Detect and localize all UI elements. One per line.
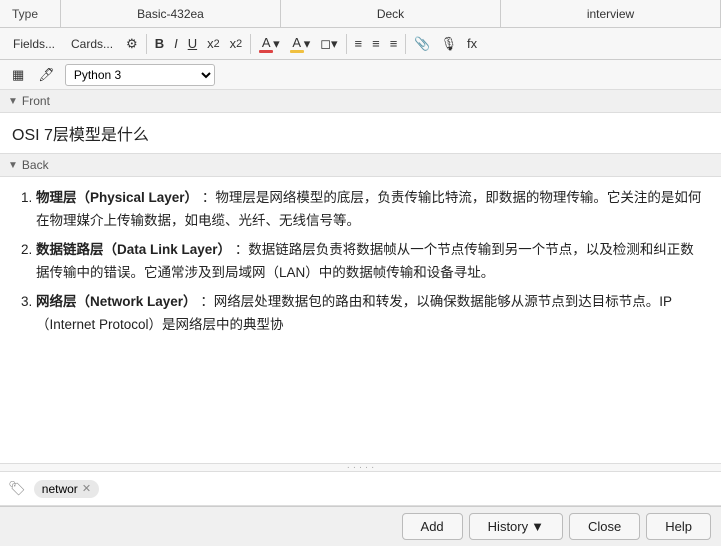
script-bar: ▦ 🖊 Python 3 JavaScript Ruby Java [0,60,721,90]
separator-4 [405,34,406,54]
tag-input[interactable] [103,481,163,496]
indent-button[interactable]: ≡ [386,34,402,53]
text-color-letter: A [262,35,271,50]
type-label: Type [0,7,60,21]
script-grid-icon: ▦ [8,65,28,85]
list-item: 物理层（Physical Layer） ：物理层是网络模型的底层，负责传输比特流… [36,187,707,233]
front-content-area[interactable]: OSI 7层模型是什么 [0,113,721,154]
back-content-area[interactable]: 物理层（Physical Layer） ：物理层是网络模型的底层，负责传输比特流… [0,177,721,464]
list-item: 网络层（Network Layer） ：网络层处理数据包的路由和转发，以确保数据… [36,291,707,337]
script-pencil-icon: 🖊 [34,65,59,85]
fx-button[interactable]: fx [463,34,481,53]
separator-3 [346,34,347,54]
toolbar: Fields... Cards... ⚙ B I U x2 x2 A ▾ A ▾… [0,28,721,60]
highlight-swatch [290,50,304,53]
add-button[interactable]: Add [402,513,463,540]
back-section-header[interactable]: ▼ Back [0,154,721,177]
tag-chip-remove[interactable]: ✕ [82,482,91,495]
main-window: Type Basic-432ea Deck interview Fields..… [0,0,721,546]
text-color-button[interactable]: A ▾ [255,33,284,55]
fields-button[interactable]: Fields... [6,34,62,54]
tag-chip-label: networ [42,482,78,496]
cards-button[interactable]: Cards... [64,34,120,54]
item-2-title: 数据链路层（Data Link Layer） [36,242,231,257]
script-language-select[interactable]: Python 3 JavaScript Ruby Java [65,64,215,86]
separator-2 [250,34,251,54]
type-tab-deck[interactable]: Deck [280,0,500,27]
subscript-button[interactable]: x2 [226,34,247,53]
close-button[interactable]: Close [569,513,640,540]
item-3-title: 网络层（Network Layer） [36,294,197,309]
mic-icon[interactable]: 🎙 [437,34,462,54]
separator-1 [146,34,147,54]
text-color-swatch [259,50,273,53]
superscript-button[interactable]: x2 [203,34,224,53]
history-label: History [488,519,528,534]
highlight-color-button[interactable]: A ▾ [286,33,315,55]
front-text[interactable]: OSI 7层模型是什么 [12,121,709,145]
bottom-bar: Add History ▼ Close Help [0,506,721,546]
underline-button[interactable]: U [184,34,201,53]
highlight-letter: A [292,35,301,50]
front-section-label: Front [22,94,50,108]
ordered-list-button[interactable]: ≡ [368,34,384,53]
type-tab-interview[interactable]: interview [500,0,721,27]
tag-icon: 🏷 [8,480,26,497]
history-arrow-icon: ▼ [531,519,544,534]
tags-area[interactable]: 🏷 networ ✕ [0,472,721,506]
front-section-header[interactable]: ▼ Front [0,90,721,113]
item-1-title: 物理层（Physical Layer） [36,190,198,205]
unordered-list-button[interactable]: ≡ [351,34,367,53]
gear-icon[interactable]: ⚙ [122,34,142,54]
italic-button[interactable]: I [170,34,182,53]
tag-chip[interactable]: networ ✕ [34,480,99,498]
type-bar: Type Basic-432ea Deck interview [0,0,721,28]
history-button[interactable]: History ▼ [469,513,563,540]
list-item: 数据链路层（Data Link Layer） ：数据链路层负责将数据帧从一个节点… [36,239,707,285]
eraser-icon[interactable]: ◻▾ [316,34,341,54]
type-tab-basic[interactable]: Basic-432ea [60,0,280,27]
back-section-label: Back [22,158,49,172]
bold-button[interactable]: B [151,34,168,53]
help-button[interactable]: Help [646,513,711,540]
drag-handle[interactable]: · · · · · [0,464,721,472]
front-chevron-icon: ▼ [8,96,18,107]
back-chevron-icon: ▼ [8,160,18,171]
attach-icon[interactable]: 📎 [410,34,434,54]
